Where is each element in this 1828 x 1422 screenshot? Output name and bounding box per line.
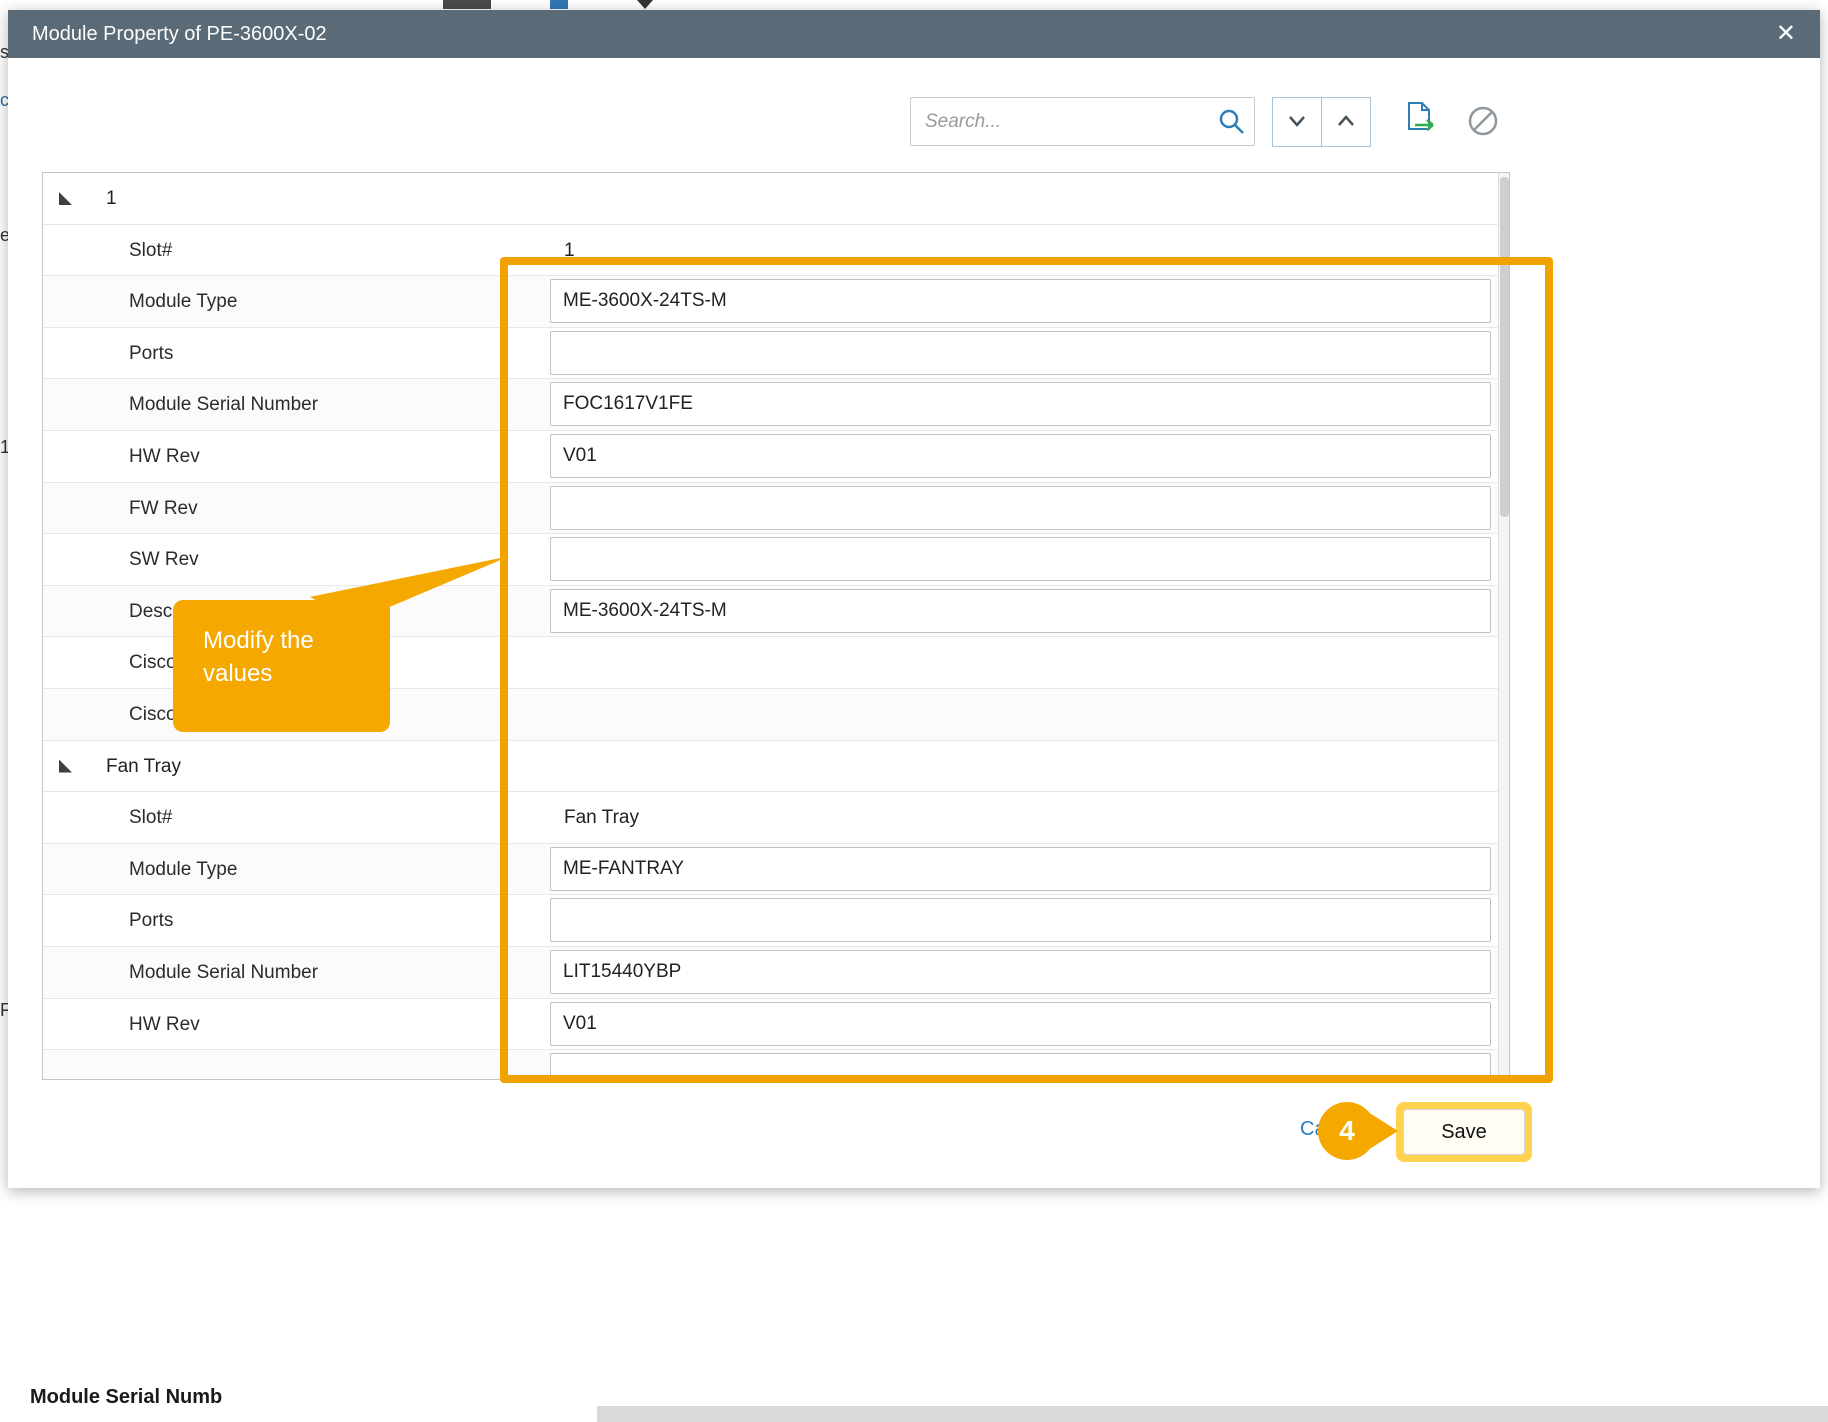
export-file-icon xyxy=(1402,124,1440,139)
dialog-header: Module Property of PE-3600X-02 ✕ xyxy=(8,10,1820,58)
property-label: HW Rev xyxy=(129,999,200,1051)
background-toolbar-icon xyxy=(550,0,568,9)
export-button[interactable] xyxy=(1402,100,1440,139)
slash-circle-icon xyxy=(1466,126,1500,141)
clear-filter-button[interactable] xyxy=(1466,104,1500,141)
property-label: Cisco xyxy=(129,637,177,689)
chevron-down-icon xyxy=(1283,107,1311,138)
background-dropdown-caret-icon xyxy=(637,0,653,9)
group-collapse-icon[interactable] xyxy=(59,192,72,205)
property-label: Slot# xyxy=(129,792,172,844)
close-icon[interactable]: ✕ xyxy=(1776,22,1796,46)
expand-all-button[interactable] xyxy=(1321,97,1371,147)
property-label: Slot# xyxy=(129,225,172,277)
group-collapse-icon[interactable] xyxy=(59,760,72,773)
collapse-expand-buttons xyxy=(1272,97,1371,147)
search-box xyxy=(910,97,1255,146)
property-label: Ports xyxy=(129,895,173,947)
chevron-up-icon xyxy=(1332,107,1360,138)
collapse-all-button[interactable] xyxy=(1272,97,1322,147)
property-label: Module Type xyxy=(129,844,237,896)
property-label: HW Rev xyxy=(129,431,200,483)
group-label: 1 xyxy=(106,173,117,225)
property-label: Cisco xyxy=(129,689,177,741)
background-text-fragment: s xyxy=(0,42,8,63)
property-label: Module Serial Number xyxy=(129,379,318,431)
property-label: Module Serial Number xyxy=(129,947,318,999)
group-label: Fan Tray xyxy=(106,741,181,793)
property-label: SW Rev xyxy=(129,534,199,586)
dialog-title: Module Property of PE-3600X-02 xyxy=(32,23,327,46)
background-text-fragment: e xyxy=(0,225,8,246)
annotation-callout: Modify the values xyxy=(173,600,390,732)
background-text-fragment: ci xyxy=(0,90,8,111)
search-input[interactable] xyxy=(910,97,1255,146)
background-text-fragment: 1 xyxy=(0,437,8,458)
group-row[interactable]: 1 xyxy=(43,173,1509,225)
background-field-label: Module Serial Numb xyxy=(30,1386,222,1409)
annotation-arrow-icon xyxy=(1368,1112,1398,1150)
search-icon[interactable] xyxy=(1217,107,1247,142)
property-label: Ports xyxy=(129,328,173,380)
save-button-highlight: Save xyxy=(1396,1102,1532,1162)
save-button[interactable]: Save xyxy=(1403,1109,1525,1155)
property-label: FW Rev xyxy=(129,483,198,535)
property-label: Module Type xyxy=(129,276,237,328)
background-toolbar-fragment xyxy=(443,0,491,9)
background-text-fragment: F xyxy=(0,1000,8,1021)
background-table-strip xyxy=(597,1406,1828,1422)
annotation-highlight-box xyxy=(500,257,1553,1083)
background-page-bottom: Module Serial Numb xyxy=(0,1188,1828,1422)
